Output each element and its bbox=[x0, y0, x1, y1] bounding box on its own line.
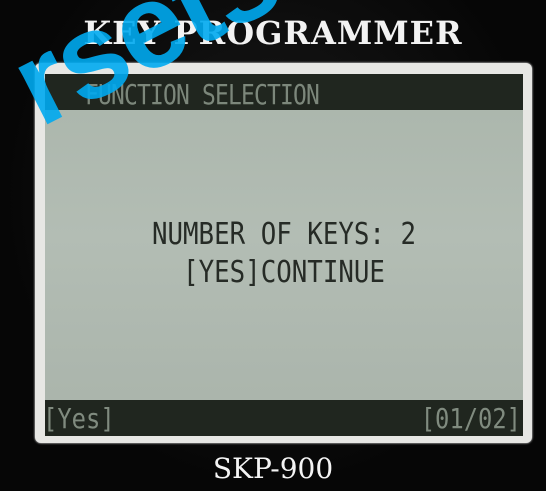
page-indicator: [01/02] bbox=[420, 402, 521, 435]
device-model-label: SKP-900 bbox=[212, 452, 334, 485]
number-of-keys-text: NUMBER OF KEYS: 2 bbox=[151, 217, 417, 252]
continue-prompt-text: [YES]CONTINUE bbox=[183, 255, 385, 290]
lcd-title-bar: FUNCTION SELECTION bbox=[45, 74, 523, 111]
key-programmer-device: KEY PROGRAMMER FUNCTION SELECTION NUMBER… bbox=[0, 0, 546, 491]
function-selection-title: FUNCTION SELECTION bbox=[85, 78, 320, 111]
device-brand-label: KEY PROGRAMMER bbox=[83, 14, 463, 52]
lcd-status-bar: [Yes] [01/02] bbox=[45, 400, 523, 436]
yes-softkey[interactable]: [Yes] bbox=[45, 402, 115, 435]
lcd-screen: FUNCTION SELECTION NUMBER OF KEYS: 2 [YE… bbox=[45, 74, 523, 436]
lcd-message: NUMBER OF KEYS: 2 [YES]CONTINUE bbox=[45, 216, 523, 292]
